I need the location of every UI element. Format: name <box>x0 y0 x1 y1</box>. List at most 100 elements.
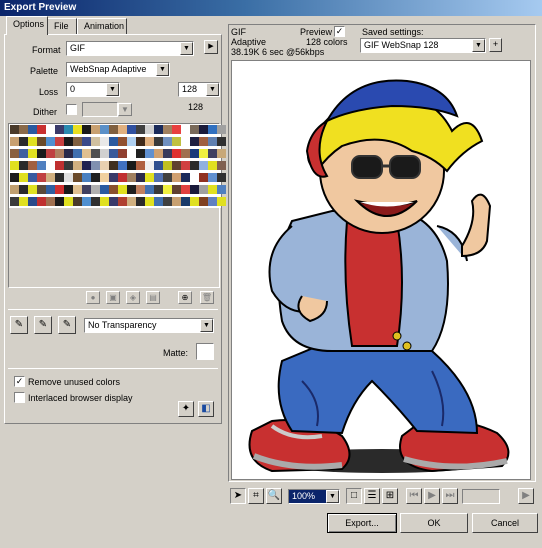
color-swatch[interactable] <box>154 149 163 158</box>
color-swatch[interactable] <box>217 197 226 206</box>
color-swatch[interactable] <box>37 173 46 182</box>
color-swatch[interactable] <box>82 137 91 146</box>
loss-input[interactable]: 0 ▼ <box>66 82 120 97</box>
color-swatch[interactable] <box>46 185 55 194</box>
four-view-icon[interactable]: ⊞ <box>382 488 398 504</box>
transparent-swatch-icon[interactable]: ▤ <box>146 291 160 304</box>
color-swatch[interactable] <box>199 161 208 170</box>
add-preset-button[interactable]: + <box>489 38 502 52</box>
color-swatch[interactable] <box>172 149 181 158</box>
color-swatch[interactable] <box>19 197 28 206</box>
color-swatch[interactable] <box>208 185 217 194</box>
color-swatch[interactable] <box>109 197 118 206</box>
color-swatch[interactable] <box>217 137 226 146</box>
color-swatch[interactable] <box>208 125 217 134</box>
color-swatch[interactable] <box>208 137 217 146</box>
color-swatch[interactable] <box>199 173 208 182</box>
color-swatch[interactable] <box>64 197 73 206</box>
color-swatch[interactable] <box>163 125 172 134</box>
color-swatch[interactable] <box>100 137 109 146</box>
color-swatch[interactable] <box>28 185 37 194</box>
color-swatch[interactable] <box>145 149 154 158</box>
color-swatch[interactable] <box>100 197 109 206</box>
color-swatch[interactable] <box>127 125 136 134</box>
color-swatch[interactable] <box>10 185 19 194</box>
color-swatch[interactable] <box>28 173 37 182</box>
color-swatch[interactable] <box>181 161 190 170</box>
color-swatch[interactable] <box>37 149 46 158</box>
color-swatch[interactable] <box>163 197 172 206</box>
color-swatch[interactable] <box>82 125 91 134</box>
color-swatch[interactable] <box>190 197 199 206</box>
pointer-icon[interactable]: ➤ <box>230 488 246 504</box>
color-swatch[interactable] <box>109 125 118 134</box>
color-swatch[interactable] <box>73 197 82 206</box>
tab-animation[interactable]: Animation <box>77 18 127 34</box>
colors-select[interactable]: 128 ▼ <box>178 82 220 97</box>
color-swatch[interactable] <box>190 137 199 146</box>
color-swatch[interactable] <box>118 161 127 170</box>
color-swatch[interactable] <box>73 173 82 182</box>
optimize-wand-icon[interactable]: ✦ <box>178 401 194 417</box>
color-swatch[interactable] <box>55 197 64 206</box>
color-swatch[interactable] <box>199 125 208 134</box>
color-swatch[interactable] <box>91 197 100 206</box>
color-swatch[interactable] <box>37 197 46 206</box>
color-swatch[interactable] <box>172 197 181 206</box>
color-swatch[interactable] <box>154 197 163 206</box>
dither-dropdown-button[interactable]: ▼ <box>118 103 132 116</box>
color-swatch[interactable] <box>163 137 172 146</box>
color-swatch[interactable] <box>154 185 163 194</box>
color-swatch[interactable] <box>73 125 82 134</box>
color-swatch[interactable] <box>181 185 190 194</box>
color-swatch[interactable] <box>172 161 181 170</box>
color-swatch[interactable] <box>190 161 199 170</box>
color-swatch[interactable] <box>109 173 118 182</box>
color-swatch[interactable] <box>136 185 145 194</box>
tab-file[interactable]: File <box>47 18 77 34</box>
color-swatch[interactable] <box>190 125 199 134</box>
color-swatch[interactable] <box>64 173 73 182</box>
color-swatch[interactable] <box>145 161 154 170</box>
tab-options[interactable]: Options <box>6 16 48 35</box>
color-swatch[interactable] <box>127 161 136 170</box>
color-swatch[interactable] <box>136 125 145 134</box>
color-swatch[interactable] <box>199 149 208 158</box>
color-swatch[interactable] <box>19 185 28 194</box>
color-swatch[interactable] <box>19 137 28 146</box>
color-swatch[interactable] <box>10 137 19 146</box>
color-swatch[interactable] <box>127 173 136 182</box>
color-swatch[interactable] <box>118 137 127 146</box>
color-swatch[interactable] <box>55 173 64 182</box>
color-swatch[interactable] <box>118 185 127 194</box>
color-swatch[interactable] <box>145 173 154 182</box>
cancel-button[interactable]: Cancel <box>472 513 538 533</box>
color-swatch[interactable] <box>82 185 91 194</box>
color-swatch[interactable] <box>136 149 145 158</box>
color-swatch[interactable] <box>82 173 91 182</box>
zoom-select[interactable]: 100% ▼ <box>288 489 340 504</box>
color-swatch[interactable] <box>154 173 163 182</box>
color-swatch[interactable] <box>199 197 208 206</box>
color-swatch[interactable] <box>172 137 181 146</box>
color-swatch[interactable] <box>28 125 37 134</box>
color-swatch[interactable] <box>28 161 37 170</box>
color-swatch[interactable] <box>208 173 217 182</box>
color-swatch[interactable] <box>181 197 190 206</box>
color-swatch[interactable] <box>199 185 208 194</box>
interlaced-checkbox[interactable] <box>14 392 25 403</box>
matte-color-swatch[interactable] <box>196 343 214 360</box>
color-swatch[interactable] <box>64 185 73 194</box>
color-swatch[interactable] <box>208 161 217 170</box>
color-swatch[interactable] <box>73 149 82 158</box>
color-swatch[interactable] <box>154 161 163 170</box>
color-swatch[interactable] <box>10 149 19 158</box>
zoom-icon[interactable]: 🔍 <box>266 488 282 504</box>
color-swatch[interactable] <box>73 185 82 194</box>
color-swatch[interactable] <box>217 161 226 170</box>
color-swatch[interactable] <box>127 149 136 158</box>
color-swatch[interactable] <box>100 125 109 134</box>
color-swatch[interactable] <box>136 173 145 182</box>
color-swatch[interactable] <box>217 125 226 134</box>
lock-swatch-icon[interactable]: ▣ <box>106 291 120 304</box>
